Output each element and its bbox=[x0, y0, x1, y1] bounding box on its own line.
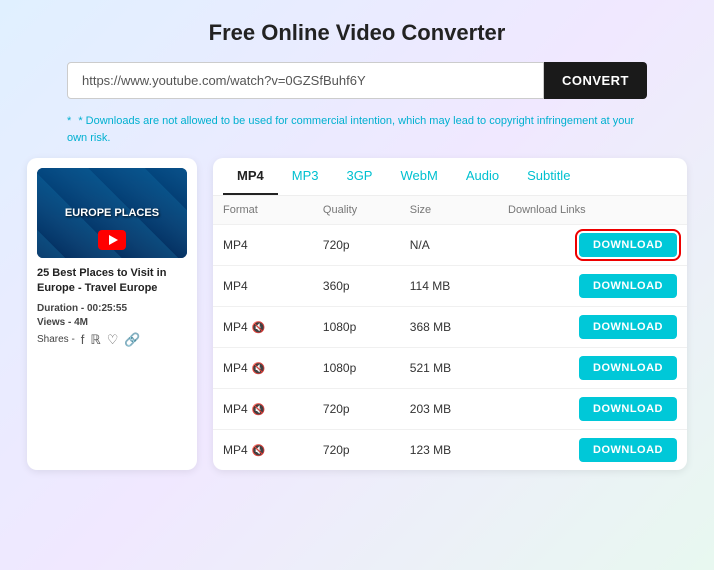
col-size: Size bbox=[400, 196, 498, 225]
heart-icon[interactable]: ♡ bbox=[107, 332, 119, 348]
tab-mp3[interactable]: MP3 bbox=[278, 158, 333, 195]
tab-mp4[interactable]: MP4 bbox=[223, 158, 278, 195]
play-icon bbox=[109, 235, 118, 245]
tabs: MP4 MP3 3GP WebM Audio Subtitle bbox=[213, 158, 687, 196]
video-card: EUROPE PLACES 25 Best Places to Visit in… bbox=[27, 158, 197, 470]
download-table: Format Quality Size Download Links MP472… bbox=[213, 196, 687, 470]
download-button-3[interactable]: DOWNLOAD bbox=[579, 356, 677, 380]
quality-cell-1: 360p bbox=[313, 266, 400, 307]
quality-cell-0: 720p bbox=[313, 225, 400, 266]
results-panel: MP4 MP3 3GP WebM Audio Subtitle Format Q… bbox=[213, 158, 687, 470]
size-cell-5: 123 MB bbox=[400, 430, 498, 471]
shares-row: Shares - f ℝ ♡ 🔗 bbox=[37, 332, 187, 348]
format-cell-1: MP4 bbox=[213, 266, 313, 307]
download-button-0[interactable]: DOWNLOAD bbox=[579, 233, 677, 257]
table-row: MP4🔇720p203 MB DOWNLOAD bbox=[213, 389, 687, 430]
table-row: MP4🔇1080p521 MB DOWNLOAD bbox=[213, 348, 687, 389]
page-title: Free Online Video Converter bbox=[209, 20, 506, 46]
muted-icon: 🔇 bbox=[252, 321, 266, 334]
format-cell-2: MP4🔇 bbox=[213, 307, 313, 348]
disclaimer: * * Downloads are not allowed to be used… bbox=[67, 113, 647, 146]
size-cell-4: 203 MB bbox=[400, 389, 498, 430]
quality-cell-4: 720p bbox=[313, 389, 400, 430]
disclaimer-star: * bbox=[67, 115, 71, 127]
format-cell-0: MP4 bbox=[213, 225, 313, 266]
reddit-icon[interactable]: ℝ bbox=[90, 332, 100, 348]
video-title: 25 Best Places to Visit in Europe - Trav… bbox=[37, 266, 187, 297]
download-button-2[interactable]: DOWNLOAD bbox=[579, 315, 677, 339]
facebook-icon[interactable]: f bbox=[81, 332, 85, 347]
table-row: MP4🔇1080p368 MB DOWNLOAD bbox=[213, 307, 687, 348]
video-duration: Duration - 00:25:55 bbox=[37, 303, 187, 314]
quality-cell-3: 1080p bbox=[313, 348, 400, 389]
size-cell-2: 368 MB bbox=[400, 307, 498, 348]
format-cell-3: MP4🔇 bbox=[213, 348, 313, 389]
tab-webm[interactable]: WebM bbox=[386, 158, 451, 195]
table-row: MP4🔇720p123 MB DOWNLOAD bbox=[213, 430, 687, 471]
video-views: Views - 4M bbox=[37, 317, 187, 328]
download-button-4[interactable]: DOWNLOAD bbox=[579, 397, 677, 421]
video-thumbnail: EUROPE PLACES bbox=[37, 168, 187, 258]
col-quality: Quality bbox=[313, 196, 400, 225]
convert-button[interactable]: CONVERT bbox=[544, 62, 647, 99]
download-cell-5: DOWNLOAD bbox=[498, 430, 687, 471]
muted-icon: 🔇 bbox=[252, 444, 266, 457]
download-button-5[interactable]: DOWNLOAD bbox=[579, 438, 677, 462]
download-button-1[interactable]: DOWNLOAD bbox=[579, 274, 677, 298]
download-cell-4: DOWNLOAD bbox=[498, 389, 687, 430]
quality-cell-2: 1080p bbox=[313, 307, 400, 348]
format-cell-5: MP4🔇 bbox=[213, 430, 313, 471]
thumbnail-text: EUROPE PLACES bbox=[65, 206, 159, 220]
table-row: MP4720pN/A DOWNLOAD bbox=[213, 225, 687, 266]
main-content: EUROPE PLACES 25 Best Places to Visit in… bbox=[27, 158, 687, 470]
download-cell-0: DOWNLOAD bbox=[498, 225, 687, 266]
download-cell-2: DOWNLOAD bbox=[498, 307, 687, 348]
col-format: Format bbox=[213, 196, 313, 225]
size-cell-3: 521 MB bbox=[400, 348, 498, 389]
table-row: MP4360p114 MB DOWNLOAD bbox=[213, 266, 687, 307]
format-cell-4: MP4🔇 bbox=[213, 389, 313, 430]
play-button[interactable] bbox=[98, 230, 126, 250]
muted-icon: 🔇 bbox=[252, 362, 266, 375]
tab-audio[interactable]: Audio bbox=[452, 158, 513, 195]
disclaimer-text: * Downloads are not allowed to be used f… bbox=[67, 115, 634, 144]
size-cell-0: N/A bbox=[400, 225, 498, 266]
muted-icon: 🔇 bbox=[252, 403, 266, 416]
size-cell-1: 114 MB bbox=[400, 266, 498, 307]
col-links: Download Links bbox=[498, 196, 687, 225]
tab-subtitle[interactable]: Subtitle bbox=[513, 158, 584, 195]
search-bar: CONVERT bbox=[67, 62, 647, 99]
shares-label: Shares - bbox=[37, 334, 75, 345]
download-cell-1: DOWNLOAD bbox=[498, 266, 687, 307]
url-input[interactable] bbox=[67, 62, 544, 99]
link-icon[interactable]: 🔗 bbox=[124, 332, 140, 348]
tab-3gp[interactable]: 3GP bbox=[332, 158, 386, 195]
download-cell-3: DOWNLOAD bbox=[498, 348, 687, 389]
quality-cell-5: 720p bbox=[313, 430, 400, 471]
